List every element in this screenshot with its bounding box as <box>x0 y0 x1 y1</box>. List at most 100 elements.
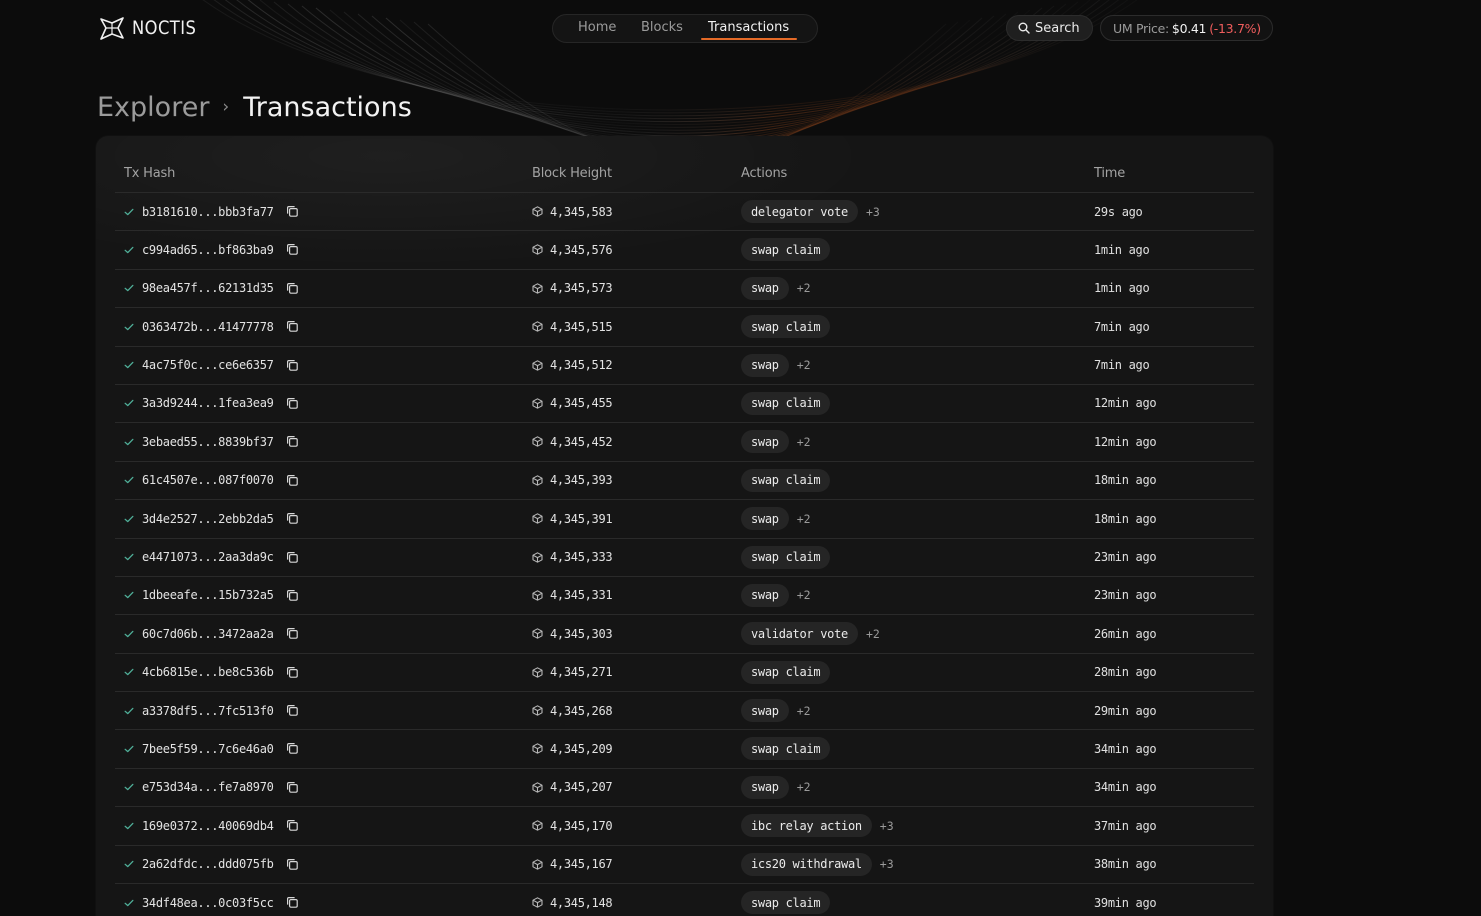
block-height-link[interactable]: 4,345,391 <box>550 512 613 526</box>
table-row[interactable]: 4ac75f0c...ce6e6357 4,345,512 swap +2 7m… <box>115 347 1254 385</box>
nav-home[interactable]: Home <box>578 20 616 35</box>
table-row[interactable]: 34df48ea...0c03f5cc 4,345,148 swap claim… <box>115 884 1254 916</box>
table-row[interactable]: 4cb6815e...be8c536b 4,345,271 swap claim… <box>115 654 1254 693</box>
tx-hash-link[interactable]: b3181610...bbb3fa77 <box>142 205 274 219</box>
check-icon <box>124 822 134 829</box>
table-row[interactable]: 0363472b...41477778 4,345,515 swap claim… <box>115 308 1254 347</box>
nav-transactions[interactable]: Transactions <box>708 20 789 35</box>
tx-hash-link[interactable]: 3d4e2527...2ebb2da5 <box>142 512 274 526</box>
table-row[interactable]: 3ebaed55...8839bf37 4,345,452 swap +2 12… <box>115 423 1254 462</box>
cube-icon <box>532 551 543 563</box>
block-height-link[interactable]: 4,345,271 <box>550 665 613 679</box>
table-row[interactable]: 61c4507e...087f0070 4,345,393 swap claim… <box>115 462 1254 501</box>
copy-icon[interactable] <box>286 627 299 640</box>
action-badge: swap <box>741 583 789 607</box>
tx-hash-link[interactable]: 1dbeeafe...15b732a5 <box>142 588 274 602</box>
tx-hash-link[interactable]: 3ebaed55...8839bf37 <box>142 435 274 449</box>
block-height-cell: 4,345,170 <box>532 807 613 844</box>
block-height-cell: 4,345,393 <box>532 462 613 499</box>
tx-hash-link[interactable]: 0363472b...41477778 <box>142 320 274 334</box>
copy-icon[interactable] <box>286 512 299 525</box>
nav-blocks[interactable]: Blocks <box>641 20 683 35</box>
copy-icon[interactable] <box>286 397 299 410</box>
copy-icon[interactable] <box>286 704 299 717</box>
copy-icon[interactable] <box>286 781 299 794</box>
copy-icon[interactable] <box>286 742 299 755</box>
block-height-link[interactable]: 4,345,512 <box>550 358 613 372</box>
tx-hash-link[interactable]: e4471073...2aa3da9c <box>142 550 274 564</box>
time-cell: 34min ago <box>1094 730 1157 767</box>
table-row[interactable]: 1dbeeafe...15b732a5 4,345,331 swap +2 23… <box>115 577 1254 616</box>
block-height-link[interactable]: 4,345,393 <box>550 473 613 487</box>
tx-hash-link[interactable]: a3378df5...7fc513f0 <box>142 704 274 718</box>
actions-cell: swap claim <box>741 654 831 691</box>
breadcrumb-explorer[interactable]: Explorer <box>97 92 209 123</box>
block-height-link[interactable]: 4,345,583 <box>550 205 613 219</box>
copy-icon[interactable] <box>286 858 299 871</box>
tx-hash-link[interactable]: 4cb6815e...be8c536b <box>142 665 274 679</box>
time-ago: 29s ago <box>1094 204 1143 219</box>
block-height-link[interactable]: 4,345,303 <box>550 627 613 641</box>
block-height-link[interactable]: 4,345,331 <box>550 588 613 602</box>
tx-hash-link[interactable]: c994ad65...bf863ba9 <box>142 243 274 257</box>
tx-hash-link[interactable]: 61c4507e...087f0070 <box>142 473 274 487</box>
block-height-link[interactable]: 4,345,170 <box>550 819 613 833</box>
copy-icon[interactable] <box>286 320 299 333</box>
block-height-link[interactable]: 4,345,455 <box>550 396 613 410</box>
copy-icon[interactable] <box>286 359 299 372</box>
copy-icon[interactable] <box>286 666 299 679</box>
copy-icon[interactable] <box>286 819 299 832</box>
tx-hash-link[interactable]: 169e0372...40069db4 <box>142 819 274 833</box>
table-row[interactable]: e753d34a...fe7a8970 4,345,207 swap +2 34… <box>115 769 1254 808</box>
search-button[interactable]: Search <box>1006 15 1093 41</box>
copy-icon[interactable] <box>286 205 299 218</box>
table-row[interactable]: 98ea457f...62131d35 4,345,573 swap +2 1m… <box>115 270 1254 309</box>
tx-hash-link[interactable]: 3a3d9244...1fea3ea9 <box>142 396 274 410</box>
table-row[interactable]: 3a3d9244...1fea3ea9 4,345,455 swap claim… <box>115 385 1254 424</box>
table-row[interactable]: 169e0372...40069db4 4,345,170 ibc relay … <box>115 807 1254 846</box>
tx-hash-link[interactable]: 60c7d06b...3472aa2a <box>142 627 274 641</box>
table-row[interactable]: 2a62dfdc...ddd075fb 4,345,167 ics20 with… <box>115 846 1254 885</box>
tx-hash-link[interactable]: e753d34a...fe7a8970 <box>142 780 274 794</box>
tx-hash-link[interactable]: 98ea457f...62131d35 <box>142 281 274 295</box>
tx-hash-cell: e753d34a...fe7a8970 <box>124 769 299 806</box>
more-actions-count: +2 <box>796 281 811 296</box>
block-height-link[interactable]: 4,345,333 <box>550 550 613 564</box>
table-row[interactable]: 3d4e2527...2ebb2da5 4,345,391 swap +2 18… <box>115 500 1254 539</box>
tx-hash-link[interactable]: 4ac75f0c...ce6e6357 <box>142 358 274 372</box>
copy-icon[interactable] <box>286 435 299 448</box>
copy-icon[interactable] <box>286 896 299 909</box>
cube-icon <box>532 782 543 793</box>
table-row[interactable]: e4471073...2aa3da9c 4,345,333 swap claim… <box>115 539 1254 577</box>
table-row[interactable]: b3181610...bbb3fa77 4,345,583 delegator … <box>115 193 1254 232</box>
copy-icon[interactable] <box>286 243 299 256</box>
block-height-link[interactable]: 4,345,573 <box>550 281 613 295</box>
table-row[interactable]: c994ad65...bf863ba9 4,345,576 swap claim… <box>115 231 1254 270</box>
copy-icon[interactable] <box>286 589 299 602</box>
more-actions-count: +2 <box>796 511 811 526</box>
block-height-link[interactable]: 4,345,207 <box>550 780 613 794</box>
table-row[interactable]: 60c7d06b...3472aa2a 4,345,303 validator … <box>115 615 1254 654</box>
block-height-link[interactable]: 4,345,148 <box>550 896 613 910</box>
block-height-link[interactable]: 4,345,452 <box>550 435 613 449</box>
copy-icon[interactable] <box>286 551 299 564</box>
copy-icon[interactable] <box>286 282 299 295</box>
more-actions-count: +2 <box>796 434 811 449</box>
block-height-link[interactable]: 4,345,515 <box>550 320 613 334</box>
block-height-link[interactable]: 4,345,268 <box>550 704 613 718</box>
brand-logo[interactable]: NOCTIS <box>98 14 207 42</box>
action-badge: validator vote <box>741 622 858 646</box>
more-actions-count: +3 <box>879 857 894 872</box>
block-height-link[interactable]: 4,345,576 <box>550 243 613 257</box>
block-height-link[interactable]: 4,345,167 <box>550 857 613 871</box>
table-row[interactable]: a3378df5...7fc513f0 4,345,268 swap +2 29… <box>115 692 1254 731</box>
tx-hash-link[interactable]: 2a62dfdc...ddd075fb <box>142 857 274 871</box>
copy-icon[interactable] <box>286 474 299 487</box>
tx-hash-link[interactable]: 34df48ea...0c03f5cc <box>142 896 274 910</box>
tx-hash-link[interactable]: 7bee5f59...7c6e46a0 <box>142 742 274 756</box>
table-row[interactable]: 7bee5f59...7c6e46a0 4,345,209 swap claim… <box>115 730 1254 769</box>
column-tx-hash: Tx Hash <box>124 166 176 181</box>
actions-cell: swap claim <box>741 385 831 422</box>
block-height-link[interactable]: 4,345,209 <box>550 742 613 756</box>
cube-icon <box>532 666 543 678</box>
